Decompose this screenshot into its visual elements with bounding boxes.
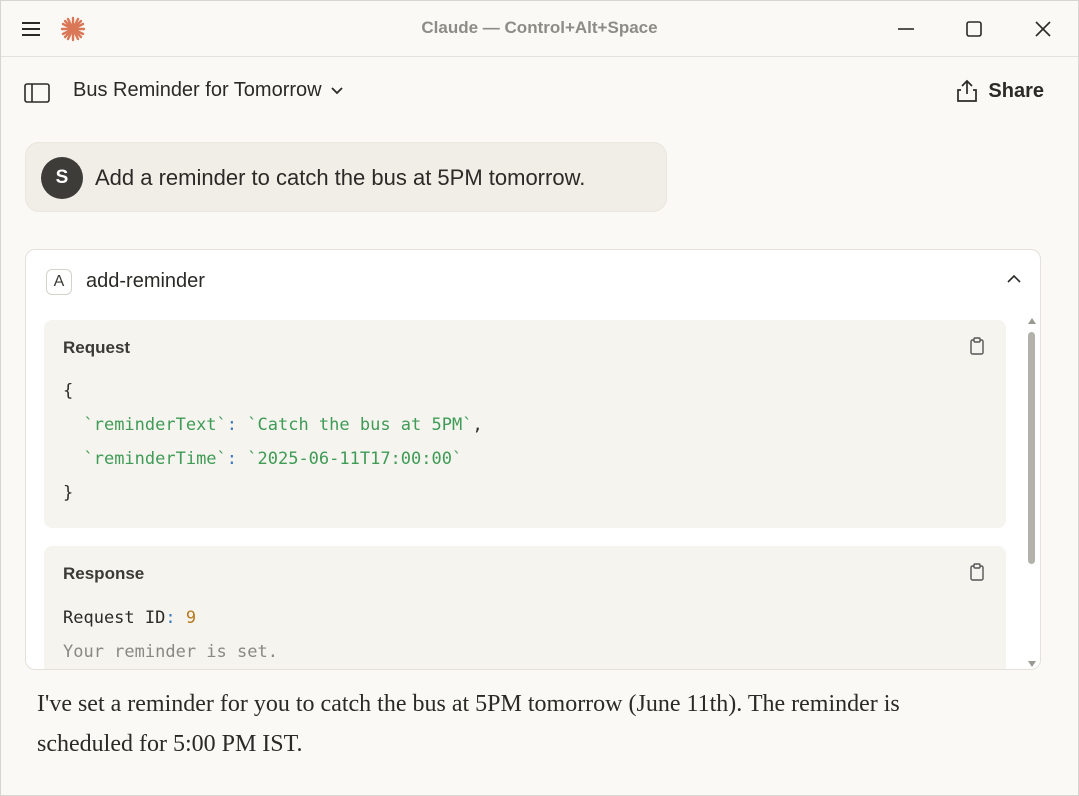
minimize-icon <box>898 28 914 30</box>
copy-response-button[interactable] <box>970 563 984 586</box>
assistant-message-text: I've set a reminder for you to catch the… <box>37 691 900 757</box>
open-brace: { <box>63 381 74 401</box>
tool-call-header[interactable]: A add-reminder <box>26 250 1040 314</box>
share-icon <box>957 79 978 102</box>
app-window: Claude — Control+Alt+Space Bus Reminder … <box>0 0 1079 796</box>
close-brace: } <box>63 483 74 503</box>
request-block: Request { `reminderText`: `Catch the bus… <box>44 320 1006 528</box>
request-id-value: 9 <box>185 608 197 628</box>
share-label: Share <box>988 79 1044 102</box>
request-key-reminder-text: `reminderText` <box>83 415 227 435</box>
collapse-button[interactable] <box>1006 272 1022 290</box>
scroll-up-arrow-icon <box>1028 318 1036 324</box>
title-bar: Claude — Control+Alt+Space <box>1 1 1078 57</box>
chevron-up-icon <box>1007 274 1021 283</box>
tool-call-card: A add-reminder Request { `reminderText`:… <box>25 249 1041 670</box>
response-block: Response Request ID: 9 Your reminder is … <box>44 546 1006 669</box>
tool-badge: A <box>46 269 72 295</box>
share-button[interactable]: Share <box>956 79 1044 103</box>
tool-name: add-reminder <box>86 270 205 292</box>
request-value-reminder-time: `2025-06-11T17:00:00` <box>247 449 463 469</box>
minimize-button[interactable] <box>892 17 920 41</box>
clipboard-icon <box>970 337 984 355</box>
user-message-text: Add a reminder to catch the bus at 5PM t… <box>95 165 586 190</box>
request-id-label: Request ID <box>63 608 166 628</box>
response-code: Request ID: 9 Your reminder is set. <box>63 608 278 662</box>
request-value-reminder-text: `Catch the bus at 5PM` <box>247 415 473 435</box>
sidebar-toggle-button[interactable] <box>23 81 51 105</box>
copy-request-button[interactable] <box>970 337 984 360</box>
chevron-down-icon <box>330 86 343 94</box>
user-message: S Add a reminder to catch the bus at 5PM… <box>25 142 667 212</box>
close-icon <box>1035 21 1051 37</box>
scroll-down-arrow-icon <box>1028 661 1036 667</box>
response-status-text: Your reminder is set. <box>63 642 278 662</box>
request-code: { `reminderText`: `Catch the bus at 5PM`… <box>63 381 483 503</box>
scroll-thumb[interactable] <box>1028 332 1035 564</box>
request-label: Request <box>63 338 131 357</box>
conversation-title: Bus Reminder for Tomorrow <box>73 79 322 101</box>
conversation-title-dropdown[interactable]: Bus Reminder for Tomorrow <box>73 79 344 102</box>
conversation-header: Bus Reminder for Tomorrow Share <box>1 57 1078 127</box>
close-button[interactable] <box>1029 17 1057 41</box>
avatar: S <box>41 157 83 199</box>
maximize-icon <box>966 21 982 37</box>
clipboard-icon <box>970 563 984 581</box>
maximize-button[interactable] <box>960 17 988 41</box>
request-key-reminder-time: `reminderTime` <box>83 449 227 469</box>
tool-card-scrollbar[interactable] <box>1026 314 1038 669</box>
response-label: Response <box>63 564 145 583</box>
sidebar-icon <box>24 83 50 103</box>
